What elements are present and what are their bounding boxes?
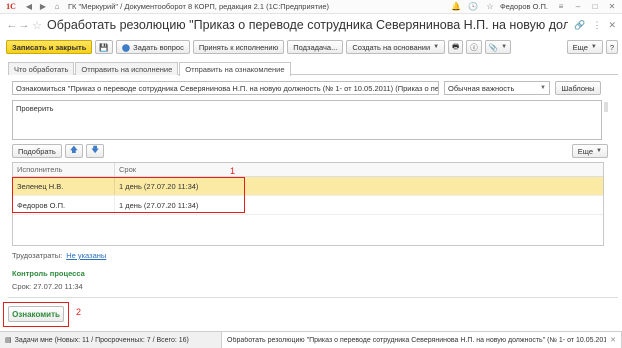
more-button[interactable]: Еще ▼ <box>566 40 603 54</box>
taskbar-form-label: Обработать резолюцию "Приказ о переводе … <box>227 336 607 344</box>
tab-bar: Что обработать Отправить на исполнение О… <box>8 62 618 76</box>
app-logo: 1С <box>6 2 16 11</box>
acquaint-button[interactable]: Ознакомить <box>8 306 64 322</box>
templates-button[interactable]: Шаблоны <box>555 81 601 95</box>
control-title: Контроль процесса <box>12 269 85 278</box>
move-down-icon[interactable]: 🡇 <box>86 144 105 158</box>
window-taskbar: ▤ Задачи мне (Новых: 11 / Просроченных: … <box>0 331 622 348</box>
comment-text: Проверить <box>16 104 54 113</box>
history-icon[interactable]: 🕓 <box>466 0 480 14</box>
home-icon[interactable]: ⌂ <box>50 0 64 14</box>
executors-command-bar: Подобрать 🡅 🡇 Еще ▼ <box>12 144 608 158</box>
comment-textarea[interactable]: Проверить <box>12 100 602 140</box>
table-header: Исполнитель Срок <box>13 163 603 177</box>
subject-value: Ознакомиться "Приказ о переводе сотрудни… <box>16 83 439 93</box>
ask-question-label: Задать вопрос <box>133 42 184 52</box>
subtask-button[interactable]: Подзадача... <box>287 40 344 54</box>
window-titlebar: 1С ◀ ▶ ⌂ ГК "Меркурий" / Документооборот… <box>0 0 622 14</box>
importance-value: Обычная важность <box>448 83 515 93</box>
labor-link[interactable]: Не указаны <box>66 251 106 260</box>
print-icon[interactable]: 🖶 <box>448 40 464 54</box>
minimize-icon[interactable]: – <box>571 0 585 14</box>
taskbar-item-tasks[interactable]: ▤ Задачи мне (Новых: 11 / Просроченных: … <box>0 331 222 348</box>
help-question-icon[interactable]: ? <box>605 40 618 54</box>
importance-select[interactable]: Обычная важность ▼ <box>444 81 550 95</box>
app-title: ГК "Меркурий" / Документооборот 8 КОРП, … <box>68 2 330 11</box>
highlight-box-executors <box>12 177 245 213</box>
create-on-basis-label: Создать на основании <box>352 42 431 52</box>
tab-send-to-execution[interactable]: Отправить на исполнение <box>75 62 179 75</box>
current-user[interactable]: Федоров О.П. <box>500 2 548 11</box>
control-term-value: 27.07.20 11:34 <box>33 282 83 291</box>
control-term-label: Срок: <box>12 282 32 291</box>
forward-arrow-icon[interactable]: → <box>18 19 30 31</box>
table-more-button[interactable]: Еще ▼ <box>571 144 608 158</box>
form-header: ← → ☆ Обработать резолюцию "Приказ о пер… <box>0 14 622 36</box>
create-on-basis-button[interactable]: Создать на основании ▼ <box>346 40 446 54</box>
attach-icon[interactable]: 📎 ▼ <box>484 40 512 54</box>
column-header-executor[interactable]: Исполнитель <box>13 163 114 176</box>
link-icon[interactable]: 🔗 <box>574 20 585 31</box>
subject-row: Ознакомиться "Приказ о переводе сотрудни… <box>12 81 608 95</box>
chevron-down-icon: ▼ <box>596 148 602 154</box>
annotation-number-1: 1 <box>230 166 236 176</box>
chevron-down-icon: ▼ <box>540 85 546 91</box>
star-icon[interactable]: ☆ <box>483 0 497 14</box>
close-icon[interactable]: ✕ <box>610 336 616 344</box>
page-title: Обработать резолюцию "Приказ о переводе … <box>47 18 569 32</box>
chevron-down-icon: ▼ <box>590 44 597 50</box>
maximize-icon[interactable]: □ <box>588 0 602 14</box>
favorite-star-icon[interactable]: ☆ <box>30 19 44 32</box>
labor-label: Трудозатраты: <box>12 251 63 260</box>
taskbar-item-current-form[interactable]: Обработать резолюцию "Приказ о переводе … <box>222 331 622 348</box>
form-close-icon[interactable]: ✕ <box>608 20 616 31</box>
forward-icon[interactable]: ▶ <box>36 0 50 14</box>
table-more-label: Еще <box>577 146 594 156</box>
save-and-close-button[interactable]: Записать и закрыть <box>6 40 93 54</box>
column-header-term[interactable]: Срок <box>114 163 603 176</box>
more-label: Еще <box>572 42 588 52</box>
tab-send-to-acquaint[interactable]: Отправить на ознакомление <box>179 62 291 76</box>
control-term: Срок: 27.07.20 11:34 <box>12 282 83 291</box>
close-icon[interactable]: ✕ <box>605 0 619 14</box>
back-icon[interactable]: ◀ <box>22 0 36 14</box>
more-dots-icon[interactable]: ⋮ <box>592 20 601 31</box>
comment-scrollbar[interactable] <box>604 102 608 112</box>
taskbar-tasks-label: Задачи мне (Новых: 11 / Просроченных: 7 … <box>14 336 189 344</box>
taskbar-tasks-icon: ▤ <box>5 337 12 344</box>
command-bar: Записать и закрыть 💾 ⬤ Задать вопрос Прин… <box>6 39 618 55</box>
move-up-icon[interactable]: 🡅 <box>64 144 83 158</box>
select-button[interactable]: Подобрать <box>12 144 62 158</box>
tab-what-to-process[interactable]: Что обработать <box>8 62 75 75</box>
bell-icon[interactable]: 🔔 <box>449 0 463 14</box>
menu-icon[interactable]: ≡ <box>554 0 568 14</box>
chevron-down-icon: ▼ <box>433 44 440 50</box>
question-icon: ⬤ <box>121 42 131 52</box>
annotation-number-2: 2 <box>76 307 82 317</box>
accept-execution-button[interactable]: Принять к исполнению <box>192 40 285 54</box>
labor-costs: Трудозатраты: Не указаны <box>12 251 106 260</box>
subject-field[interactable]: Ознакомиться "Приказ о переводе сотрудни… <box>12 81 439 95</box>
help-icon[interactable]: ⓘ <box>466 40 482 54</box>
ask-question-button[interactable]: ⬤ Задать вопрос <box>115 40 190 54</box>
save-icon[interactable]: 💾 <box>95 40 113 54</box>
divider <box>8 297 618 298</box>
back-arrow-icon[interactable]: ← <box>6 19 18 31</box>
